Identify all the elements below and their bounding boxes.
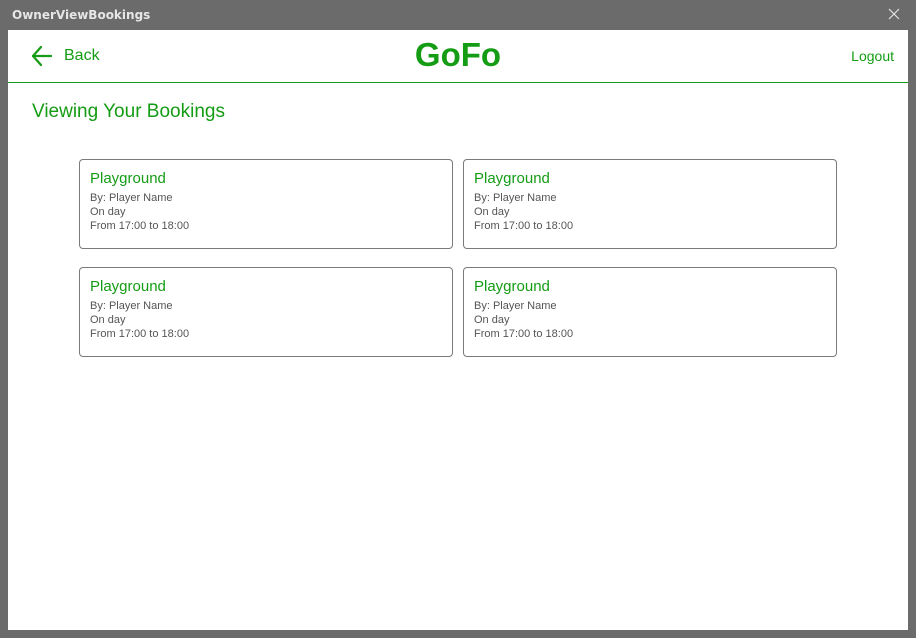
booking-title: Playground [90,278,166,295]
back-label: Back [64,47,100,64]
window-title: OwnerViewBookings [12,8,151,22]
booking-player: By: Player Name [90,192,173,204]
bookings-grid: Playground By: Player Name On day From 1… [79,159,839,357]
booking-card[interactable]: Playground By: Player Name On day From 1… [463,159,837,249]
booking-player: By: Player Name [90,300,173,312]
brand-logo: GoFo [414,36,502,73]
booking-time: From 17:00 to 18:00 [474,328,574,340]
booking-time: From 17:00 to 18:00 [474,220,574,232]
booking-card[interactable]: Playground By: Player Name On day From 1… [463,267,837,357]
logout-button[interactable]: Logout [851,48,894,64]
close-icon[interactable] [886,6,902,22]
title-bar: OwnerViewBookings [0,0,916,30]
arrow-left-icon [31,45,53,67]
app-window: OwnerViewBookings Back GoFo Logout Viewi… [0,0,916,638]
booking-title: Playground [474,170,550,187]
booking-day: On day [474,206,510,218]
booking-day: On day [90,206,126,218]
booking-player: By: Player Name [474,192,557,204]
booking-title: Playground [90,170,166,187]
booking-title: Playground [474,278,550,295]
booking-player: By: Player Name [474,300,557,312]
window-content: Back GoFo Logout Viewing Your Bookings P… [8,30,908,630]
booking-time: From 17:00 to 18:00 [90,328,190,340]
back-button[interactable]: Back [30,44,100,68]
booking-day: On day [90,314,126,326]
header-bar: Back GoFo Logout [8,30,908,83]
booking-time: From 17:00 to 18:00 [90,220,190,232]
booking-day: On day [474,314,510,326]
booking-card[interactable]: Playground By: Player Name On day From 1… [79,267,453,357]
booking-card[interactable]: Playground By: Player Name On day From 1… [79,159,453,249]
page-title: Viewing Your Bookings [32,101,225,122]
